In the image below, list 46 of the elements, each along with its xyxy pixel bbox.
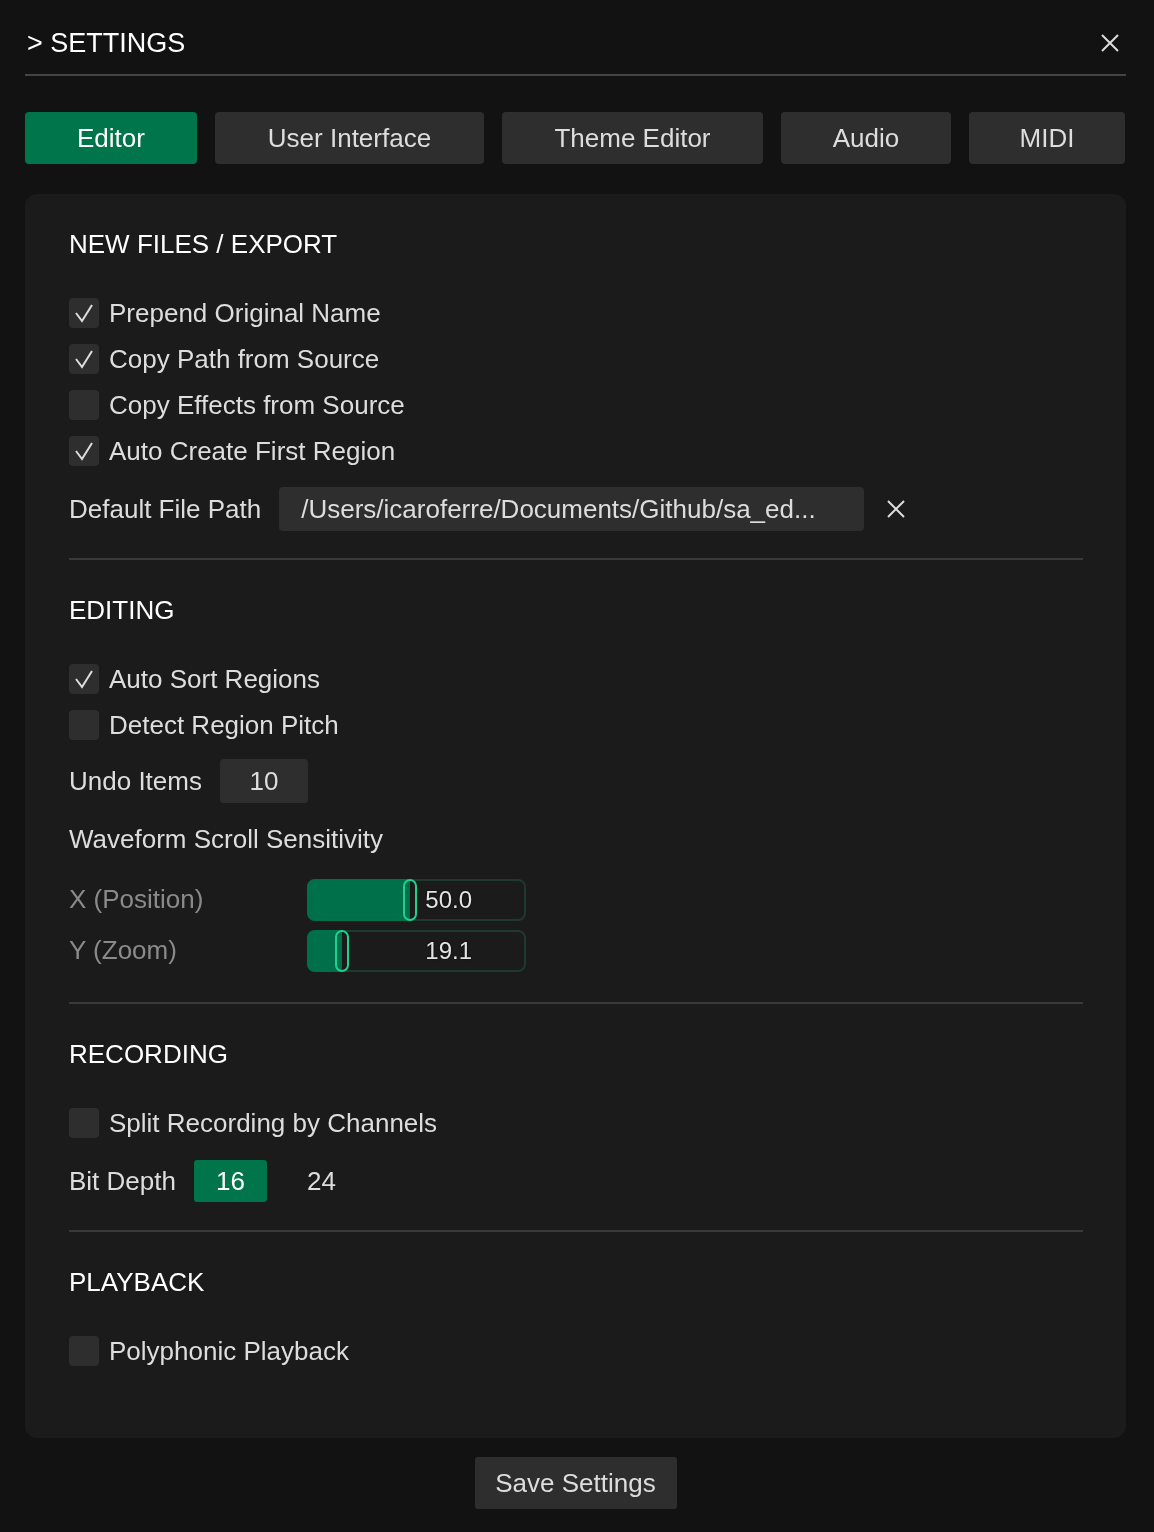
slider-label: X (Position) [69, 884, 205, 915]
checkbox[interactable] [69, 344, 99, 374]
checkbox-label: Auto Sort Regions [109, 663, 320, 695]
section-heading: RECORDING [69, 1038, 229, 1071]
check-icon [74, 441, 94, 461]
checkbox-label: Auto Create First Region [109, 435, 396, 467]
checkbox-label: Detect Region Pitch [109, 709, 339, 741]
field-label: Default File Path [69, 493, 262, 525]
section-heading: PLAYBACK [69, 1266, 206, 1299]
close-icon [886, 499, 907, 519]
checkbox[interactable] [69, 436, 99, 466]
option-button[interactable]: 16 [193, 1160, 267, 1202]
number-field[interactable]: 10 [219, 759, 308, 803]
slider-thumb[interactable] [402, 878, 417, 921]
slider[interactable]: 50.0 [307, 878, 526, 921]
checkbox[interactable] [69, 298, 99, 328]
tab[interactable]: Theme Editor [502, 112, 763, 164]
check-icon [74, 303, 94, 323]
close-icon [1100, 33, 1120, 53]
path-field[interactable]: /Users/icaroferre/Documents/Github/sa_ed... [279, 487, 865, 531]
tab[interactable]: Audio [781, 112, 951, 164]
checkbox-label: Split Recording by Channels [109, 1107, 438, 1139]
check-icon [74, 669, 94, 689]
checkbox-label: Prepend Original Name [109, 297, 381, 329]
field-label: Bit Depth [69, 1165, 176, 1197]
slider-value: 19.1 [425, 936, 472, 965]
slider-value: 50.0 [425, 885, 472, 914]
save-button[interactable]: Save Settings [474, 1457, 677, 1509]
clear-button[interactable] [886, 499, 907, 519]
section-heading: EDITING [69, 594, 176, 627]
field-label: Undo Items [69, 765, 202, 797]
checkbox-label: Copy Effects from Source [109, 389, 405, 421]
slider[interactable]: 19.1 [307, 929, 526, 972]
tab[interactable]: MIDI [969, 112, 1125, 164]
tab[interactable]: Editor [25, 112, 197, 164]
group-label: Waveform Scroll Sensitivity [69, 823, 383, 855]
dialog-title: > SETTINGS [27, 27, 186, 59]
check-icon [74, 349, 94, 369]
checkbox-label: Copy Path from Source [109, 343, 380, 375]
tab[interactable]: User Interface [215, 112, 484, 164]
checkbox[interactable] [69, 664, 99, 694]
slider-label: Y (Zoom) [69, 935, 178, 966]
section-heading: NEW FILES / EXPORT [69, 228, 339, 261]
option-button[interactable]: 24 [284, 1160, 358, 1202]
checkbox-label: Polyphonic Playback [109, 1335, 349, 1367]
slider-thumb[interactable] [335, 929, 350, 972]
